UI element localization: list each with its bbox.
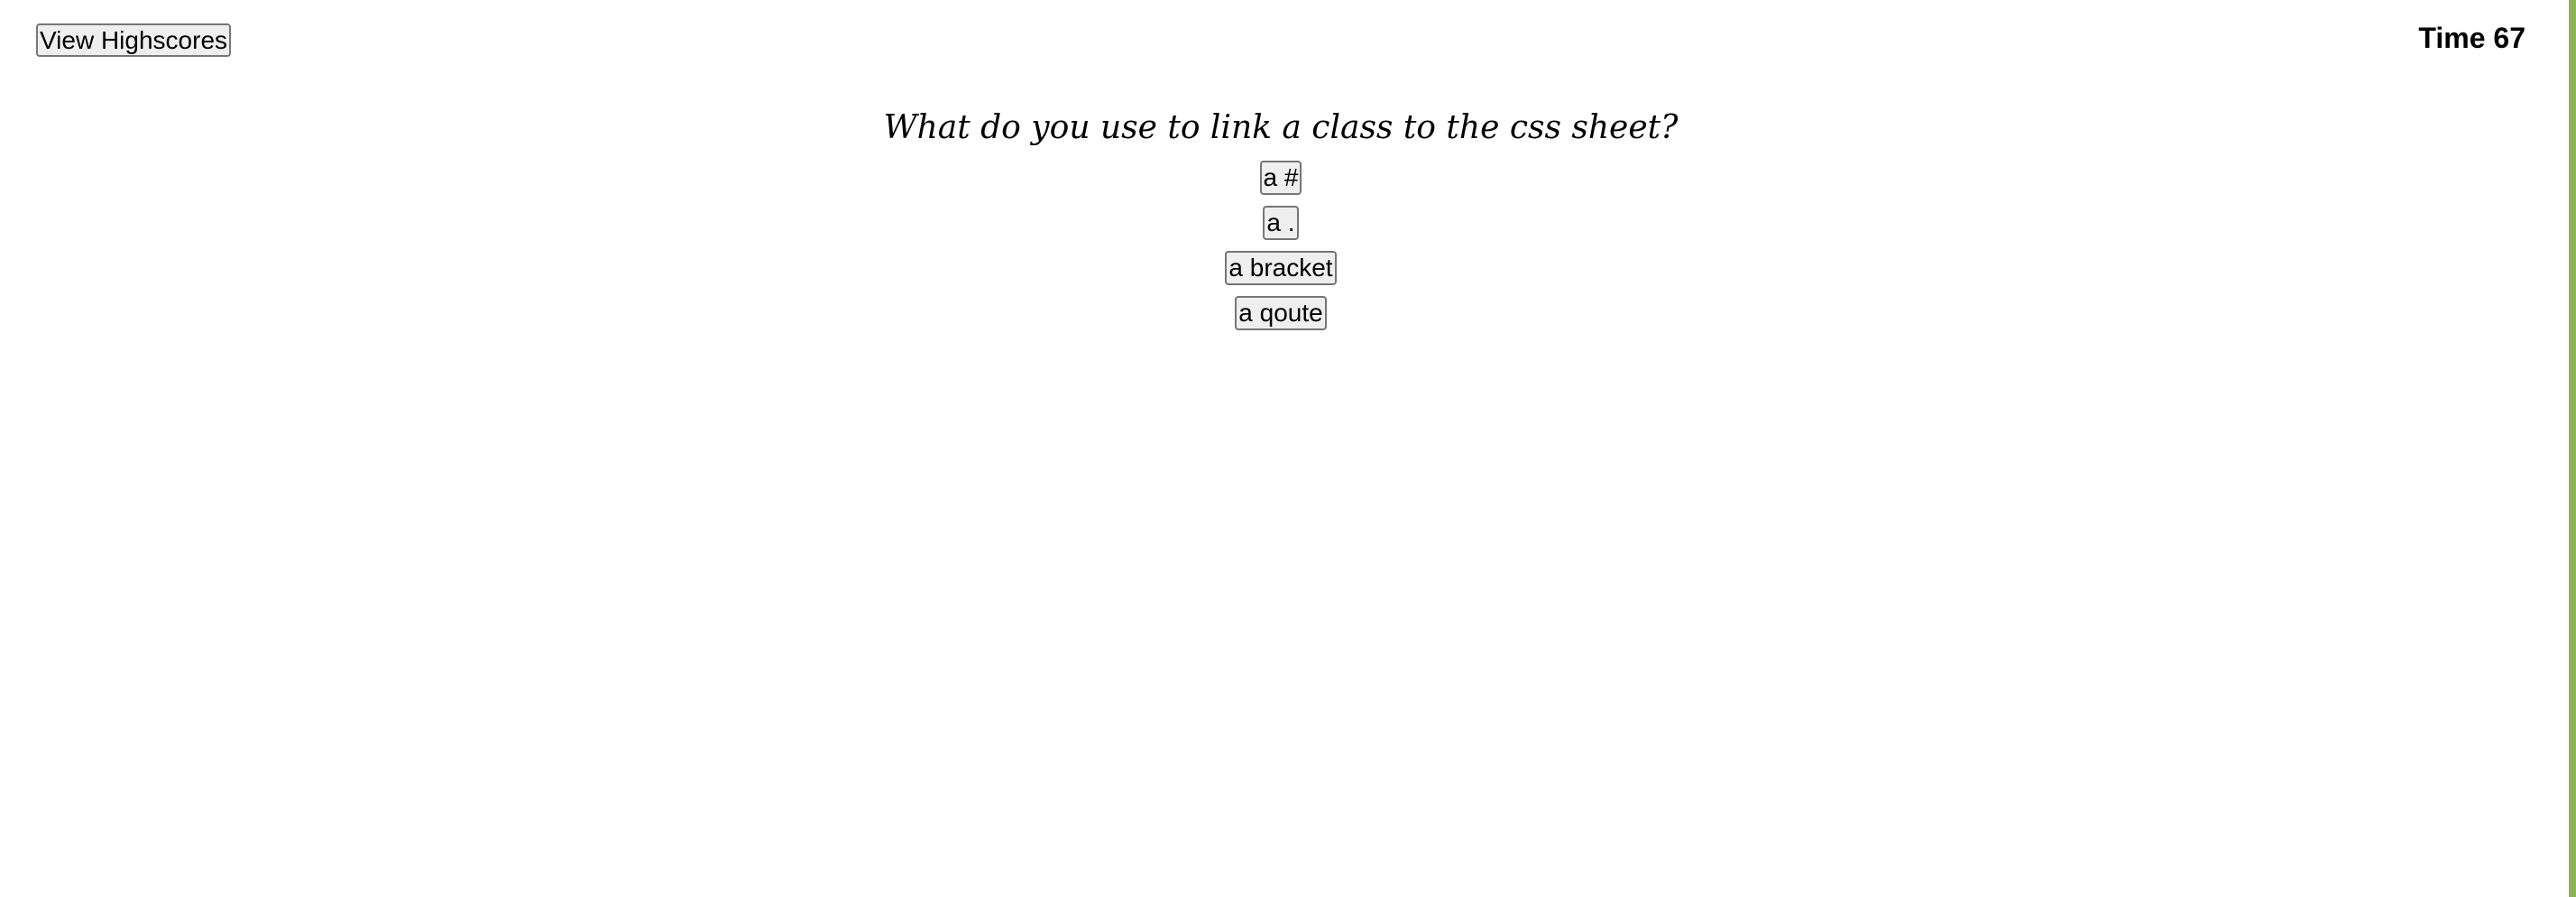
answer-choice-3[interactable]: a bracket xyxy=(1225,251,1337,285)
accent-bar xyxy=(2569,0,2576,897)
view-highscores-button[interactable]: View Highscores xyxy=(36,23,232,57)
answer-choice-4[interactable]: a qoute xyxy=(1235,296,1327,330)
quiz-container: What do you use to link a class to the c… xyxy=(0,101,2562,341)
question-text: What do you use to link a class to the c… xyxy=(883,109,1679,146)
answer-choice-1[interactable]: a # xyxy=(1259,161,1302,195)
timer-text: Time 67 xyxy=(2418,22,2525,54)
answer-choice-2[interactable]: a . xyxy=(1263,206,1299,240)
